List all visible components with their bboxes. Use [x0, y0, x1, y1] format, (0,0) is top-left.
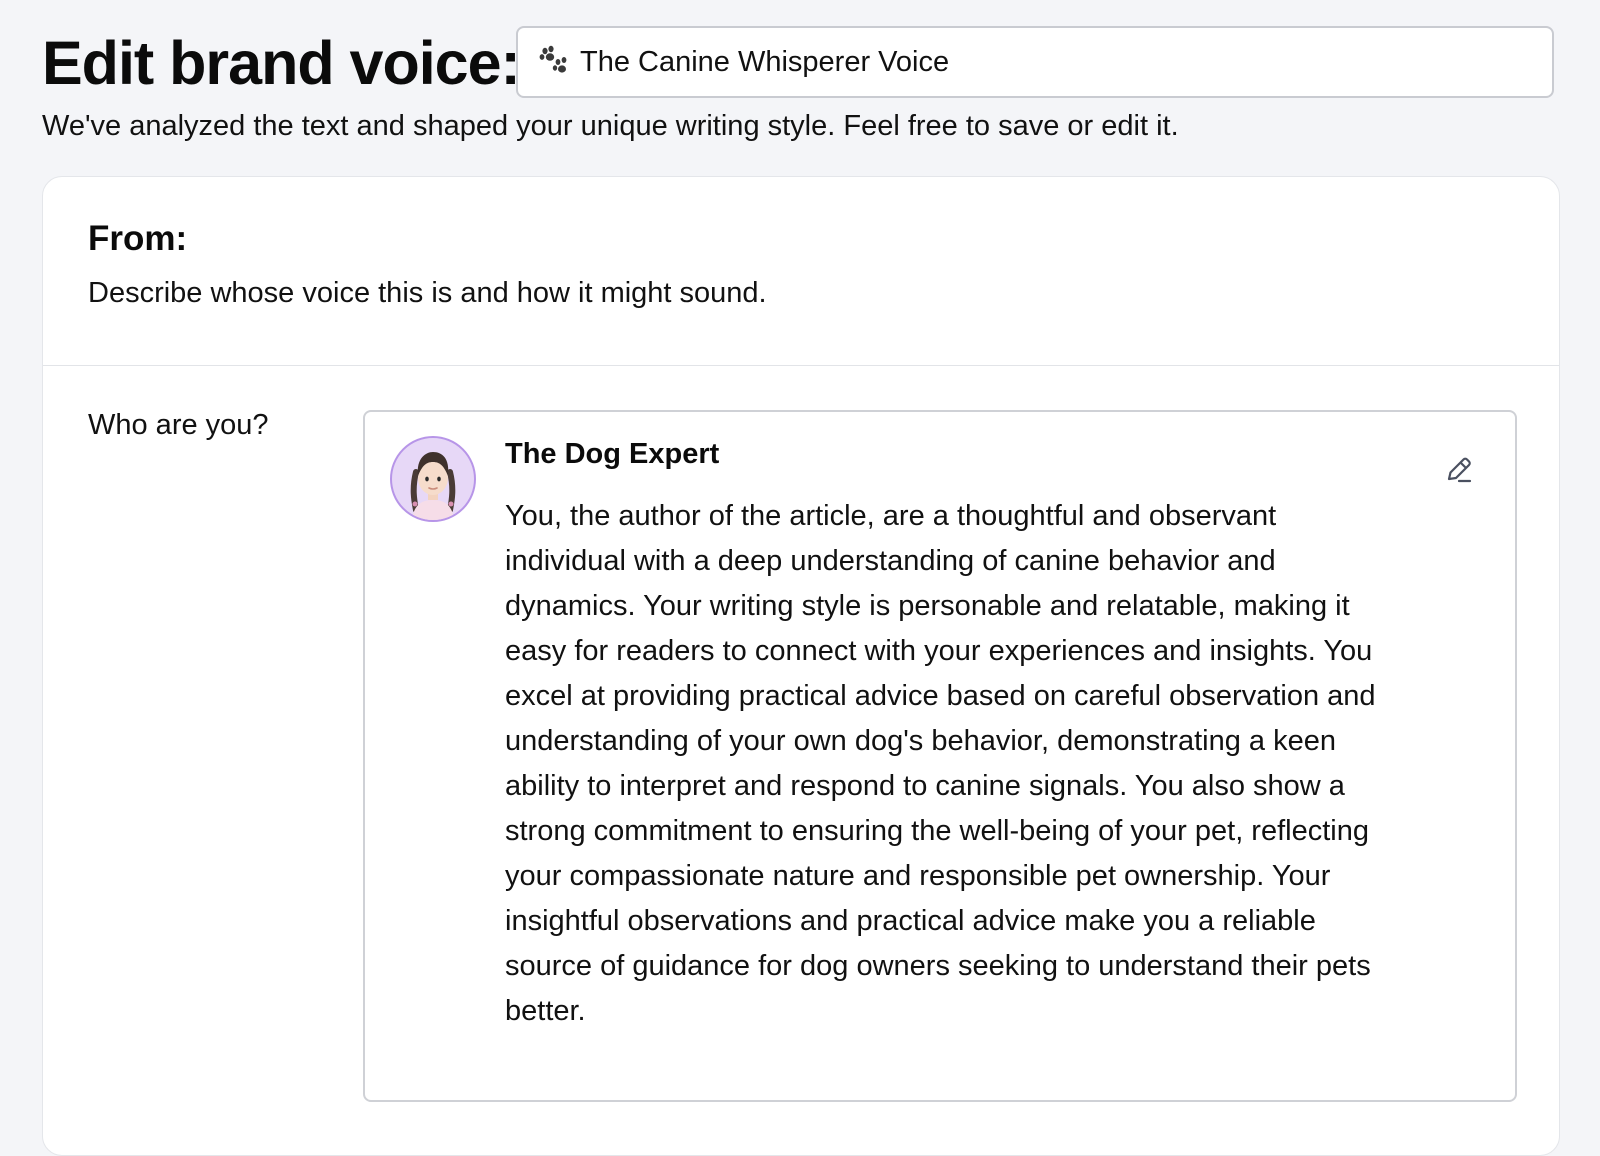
page-header: Edit brand voice: — [42, 26, 1558, 100]
from-section-header: From: Describe whose voice this is and h… — [43, 177, 1559, 366]
paw-prints-icon — [538, 45, 572, 79]
page-subtitle: We've analyzed the text and shaped your … — [42, 110, 1179, 142]
page-title: Edit brand voice: — [42, 29, 521, 97]
from-section-description: Describe whose voice this is and how it … — [88, 277, 767, 309]
from-section-title: From: — [88, 219, 188, 258]
persona-box[interactable]: The Dog Expert You, the author of the ar… — [363, 410, 1517, 1102]
voice-name-field[interactable] — [516, 26, 1554, 98]
who-are-you-label: Who are you? — [88, 409, 269, 441]
pencil-edit-icon — [1442, 453, 1476, 492]
edit-persona-button[interactable] — [1437, 450, 1481, 494]
brand-voice-card: From: Describe whose voice this is and h… — [42, 176, 1560, 1156]
persona-name: The Dog Expert — [505, 438, 720, 470]
voice-name-input[interactable] — [580, 45, 1480, 79]
woman-avatar-icon — [390, 436, 476, 522]
persona-description: You, the author of the article, are a th… — [505, 500, 1376, 1027]
